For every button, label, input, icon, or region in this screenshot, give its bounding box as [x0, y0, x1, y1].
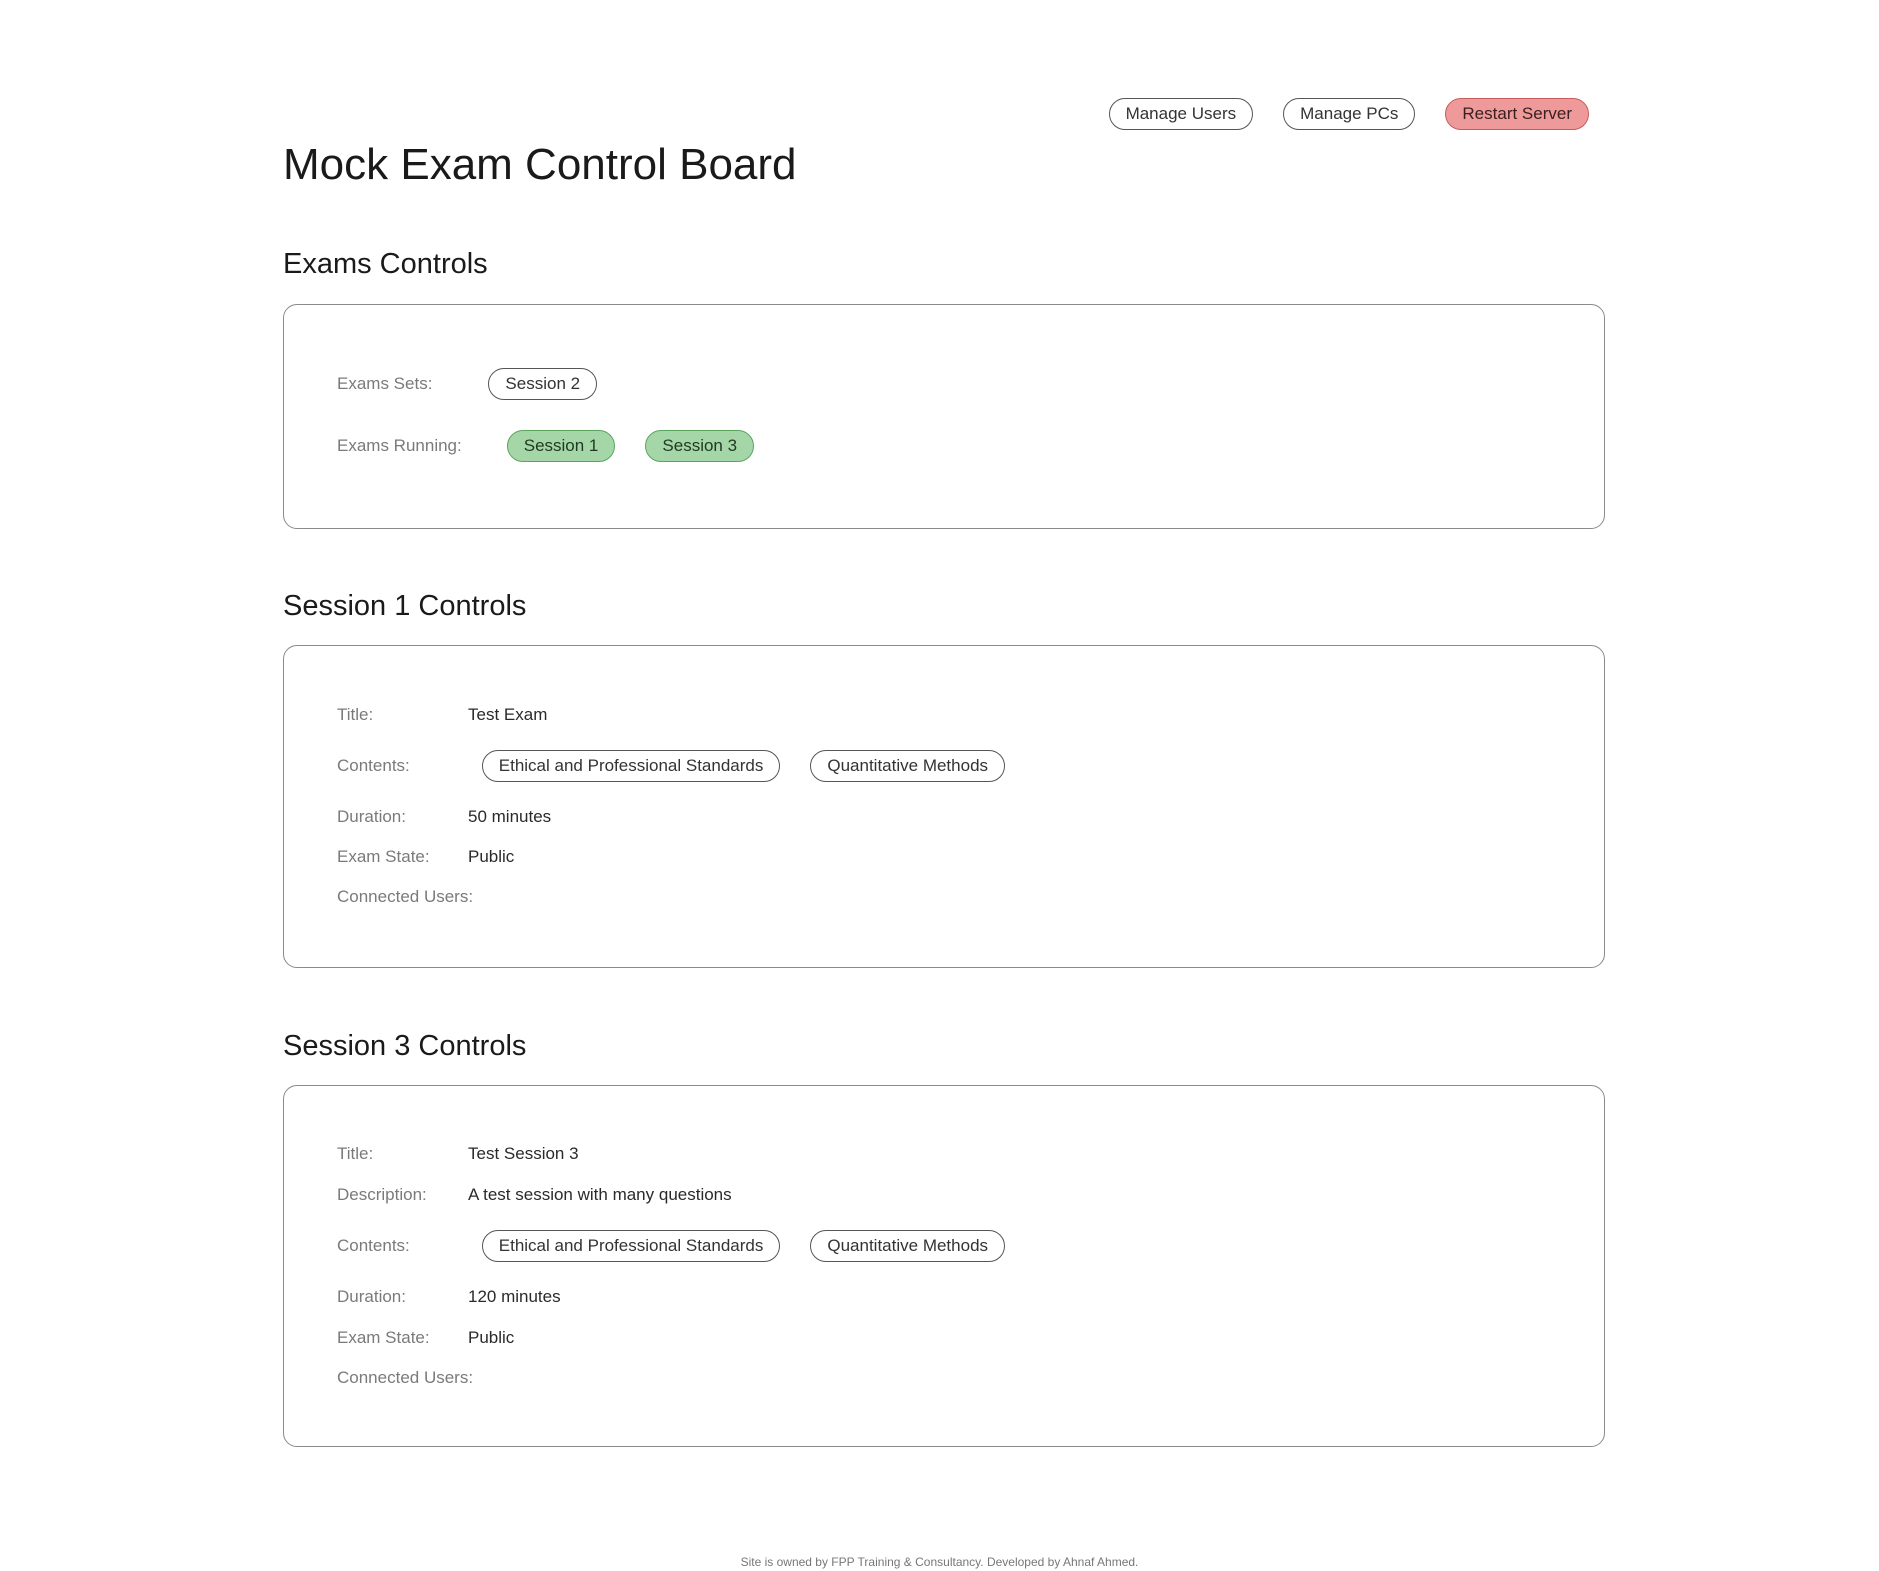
- exam-state-label: Exam State:: [337, 1328, 430, 1347]
- session1-title-row: Title: Test Exam: [337, 698, 547, 732]
- exams-sets-chips: Session 2: [488, 368, 598, 400]
- exams-running-label: Exams Running:: [337, 436, 462, 455]
- exam-state-label: Exam State:: [337, 847, 430, 866]
- session1-controls-heading: Session 1 Controls: [283, 590, 527, 622]
- page-title: Mock Exam Control Board: [283, 140, 797, 189]
- session3-state-row: Exam State: Public: [337, 1321, 514, 1355]
- session3-duration-row: Duration: 120 minutes: [337, 1280, 561, 1314]
- exams-running-row: Exams Running: Session 1 Session 3: [337, 429, 755, 463]
- title-value: Test Exam: [468, 705, 548, 724]
- session3-contents-row: Contents: Ethical and Professional Stand…: [337, 1229, 1006, 1263]
- running-session-chip[interactable]: Session 3: [645, 430, 755, 462]
- session1-users-row: Connected Users:: [337, 880, 473, 914]
- exams-controls-panel: Exams Sets: Session 2 Exams Running: Ses…: [283, 304, 1605, 529]
- session3-title-row: Title: Test Session 3: [337, 1137, 579, 1171]
- session1-controls-panel: Title: Test Exam Contents: Ethical and P…: [283, 645, 1605, 968]
- session1-duration-row: Duration: 50 minutes: [337, 800, 551, 834]
- content-chip[interactable]: Quantitative Methods: [810, 750, 1006, 782]
- exams-running-chips: Session 1 Session 3: [506, 430, 755, 462]
- contents-label: Contents:: [337, 1236, 410, 1255]
- restart-server-button[interactable]: Restart Server: [1445, 98, 1589, 130]
- duration-label: Duration:: [337, 1287, 406, 1306]
- session1-contents-row: Contents: Ethical and Professional Stand…: [337, 749, 1006, 783]
- session3-controls-panel: Title: Test Session 3 Description: A tes…: [283, 1085, 1605, 1447]
- content-chip[interactable]: Ethical and Professional Standards: [481, 1230, 781, 1262]
- top-actions: Manage Users Manage PCs Restart Server: [1108, 98, 1589, 130]
- description-label: Description:: [337, 1185, 427, 1204]
- connected-users-label: Connected Users:: [337, 1368, 474, 1387]
- session3-controls-heading: Session 3 Controls: [283, 1030, 527, 1062]
- duration-label: Duration:: [337, 807, 406, 826]
- description-value: A test session with many questions: [468, 1185, 732, 1204]
- exams-controls-heading: Exams Controls: [283, 248, 488, 280]
- footer-text: Site is owned by FPP Training & Consulta…: [740, 1555, 1139, 1569]
- session3-description-row: Description: A test session with many qu…: [337, 1178, 732, 1212]
- session1-contents-chips: Ethical and Professional Standards Quant…: [481, 750, 1006, 782]
- session3-users-row: Connected Users:: [337, 1361, 473, 1395]
- running-session-chip[interactable]: Session 1: [506, 430, 616, 462]
- title-label: Title:: [337, 1144, 374, 1163]
- manage-pcs-button[interactable]: Manage PCs: [1283, 98, 1416, 130]
- duration-value: 120 minutes: [468, 1287, 561, 1306]
- title-value: Test Session 3: [468, 1144, 579, 1163]
- connected-users-label: Connected Users:: [337, 887, 474, 906]
- content-chip[interactable]: Ethical and Professional Standards: [481, 750, 781, 782]
- exam-set-chip[interactable]: Session 2: [488, 368, 598, 400]
- session3-contents-chips: Ethical and Professional Standards Quant…: [481, 1230, 1006, 1262]
- exam-state-value: Public: [468, 847, 515, 866]
- content-chip[interactable]: Quantitative Methods: [810, 1230, 1006, 1262]
- exams-sets-label: Exams Sets:: [337, 374, 433, 393]
- manage-users-button[interactable]: Manage Users: [1108, 98, 1254, 130]
- duration-value: 50 minutes: [468, 807, 552, 826]
- exams-sets-row: Exams Sets: Session 2: [337, 367, 598, 401]
- contents-label: Contents:: [337, 756, 410, 775]
- session1-state-row: Exam State: Public: [337, 840, 514, 874]
- exam-state-value: Public: [468, 1328, 515, 1347]
- title-label: Title:: [337, 705, 374, 724]
